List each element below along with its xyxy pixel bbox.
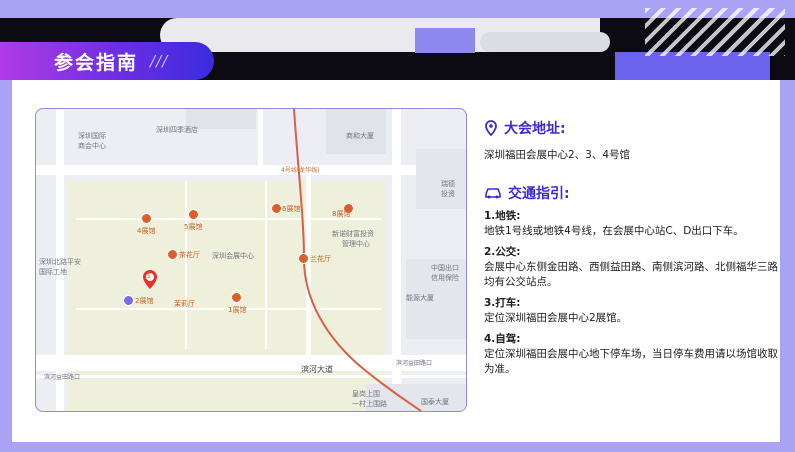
transport-item-text: 定位深圳福田会展中心地下停车场，当日停车费用请以场馆收取为准。 bbox=[484, 348, 778, 375]
title-pill: 参会指南 /// bbox=[0, 42, 214, 80]
poi-label: 国际工地 bbox=[39, 268, 67, 276]
transport-item-title: 3.打车: bbox=[484, 297, 521, 309]
car-icon bbox=[485, 188, 501, 199]
transport-heading: 交通指引: bbox=[484, 183, 779, 203]
venue-heading-text: 大会地址: bbox=[504, 121, 566, 137]
hall-label: 兰花厅 bbox=[310, 255, 331, 263]
venue-address: 深圳福田会展中心2、3、4号馆 bbox=[484, 149, 631, 161]
poi-label: 瑞德 bbox=[441, 180, 455, 188]
title-slashes: /// bbox=[150, 52, 169, 70]
hall-pin[interactable] bbox=[188, 209, 199, 220]
poi-label: 国泰大厦 bbox=[421, 398, 449, 406]
hall-label: 5展馆 bbox=[184, 223, 203, 231]
transport-list: 1.地铁: 地铁1号线或地铁4号线，在会展中心站C、D出口下车。 2.公交: 会… bbox=[484, 209, 779, 377]
poi-label: 皇岗上围 bbox=[352, 390, 380, 398]
hall-pin[interactable] bbox=[271, 203, 282, 214]
poi-label: 中国出口 bbox=[431, 264, 459, 272]
transport-item-title: 4.自驾: bbox=[484, 333, 521, 345]
marker-number: 1 bbox=[147, 273, 151, 280]
transport-item-text: 地铁1号线或地铁4号线，在会展中心站C、D出口下车。 bbox=[484, 225, 744, 237]
poi-label: 能源大厦 bbox=[406, 294, 434, 302]
hall-label: 2展馆 bbox=[135, 297, 154, 305]
poi-label: 深圳国际 bbox=[78, 132, 106, 140]
poi-label: 商和大厦 bbox=[346, 132, 374, 140]
transport-item: 3.打车: 定位深圳福田会展中心2展馆。 bbox=[484, 296, 779, 326]
transport-heading-text: 交通指引: bbox=[508, 186, 570, 202]
info-panel: 大会地址: 深圳福田会展中心2、3、4号馆 交通指引: 1.地铁: 地铁1号线或… bbox=[484, 118, 779, 377]
poi-label: 投资 bbox=[441, 190, 455, 198]
hall-label: 1展馆 bbox=[228, 306, 247, 314]
venue-heading: 大会地址: bbox=[484, 118, 779, 138]
poi-label: 管理中心 bbox=[342, 240, 370, 248]
transport-item-text: 定位深圳福田会展中心2展馆。 bbox=[484, 312, 628, 324]
hall-label: 4展馆 bbox=[137, 227, 156, 235]
metro-label: 4号线(龙华线) bbox=[281, 167, 320, 174]
header-gray-bar-2 bbox=[480, 32, 610, 52]
location-pin-icon bbox=[485, 120, 497, 136]
header-stripes bbox=[645, 8, 785, 56]
header-purple-block bbox=[415, 28, 475, 53]
poi-label: 一村上围路 bbox=[352, 400, 387, 408]
center-label: 深圳会展中心 bbox=[212, 252, 254, 260]
hall-pin[interactable] bbox=[167, 249, 178, 260]
transport-item-title: 1.地铁: bbox=[484, 210, 521, 222]
hall-label: 茉莉厅 bbox=[174, 300, 195, 308]
transport-item-text: 会展中心东侧金田路、西侧益田路、南侧滨河路、北侧福华三路均有公交站点。 bbox=[484, 261, 778, 288]
poi-label: 商会中心 bbox=[78, 142, 106, 150]
hotel-label: 深圳四季酒店 bbox=[156, 126, 198, 134]
hall-pin[interactable] bbox=[141, 213, 152, 224]
transport-item: 4.自驾: 定位深圳福田会展中心地下停车场，当日停车费用请以场馆收取为准。 bbox=[484, 332, 779, 377]
header-blue-block bbox=[615, 52, 770, 80]
station-label: 滨河益田路口 bbox=[396, 360, 433, 367]
station-label: 滨河益田路口 bbox=[44, 374, 81, 381]
hall-label: 8展馆 bbox=[332, 210, 351, 218]
hall-pin[interactable] bbox=[298, 253, 309, 264]
poi-label: 信用保险 bbox=[431, 274, 459, 282]
poi-label: 新诺财富投资 bbox=[332, 230, 374, 238]
transport-item: 1.地铁: 地铁1号线或地铁4号线，在会展中心站C、D出口下车。 bbox=[484, 209, 779, 239]
road-label: 滨河大道 bbox=[301, 365, 333, 374]
hall-pin[interactable] bbox=[231, 292, 242, 303]
transport-item-title: 2.公交: bbox=[484, 246, 521, 258]
hall-label: 6展馆 bbox=[282, 205, 301, 213]
transport-item: 2.公交: 会展中心东侧金田路、西侧益田路、南侧滨河路、北侧福华三路均有公交站点… bbox=[484, 245, 779, 290]
venue-map[interactable]: 1 深圳国际 商会中心 深圳四季酒店 商和大厦 4号线(龙华线) 深圳会展中心 … bbox=[35, 108, 467, 412]
hall-pin[interactable] bbox=[123, 295, 134, 306]
poi-label: 深圳北路平安 bbox=[39, 258, 81, 266]
hall-label: 茶花厅 bbox=[179, 251, 200, 259]
page-title: 参会指南 bbox=[54, 51, 139, 74]
